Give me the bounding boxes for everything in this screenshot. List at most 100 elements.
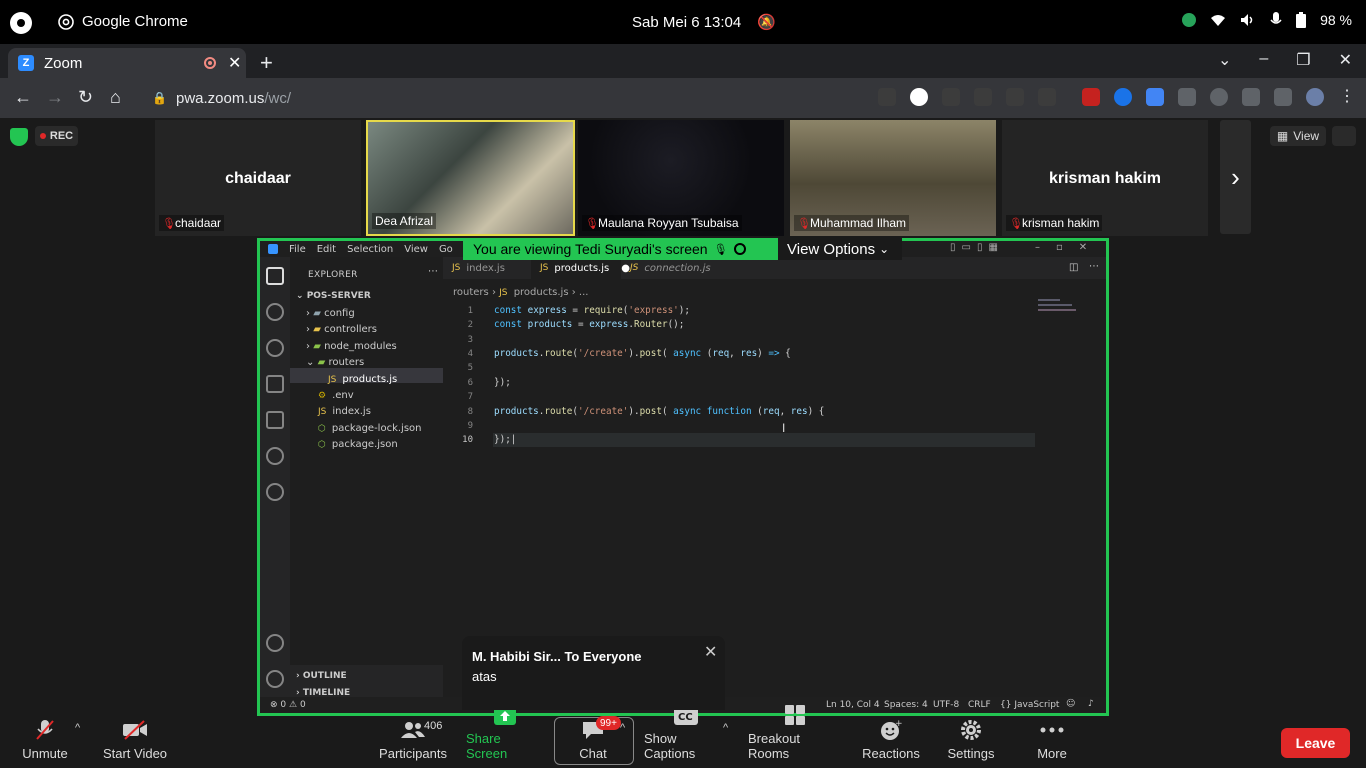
key-icon[interactable] (942, 88, 960, 106)
view-options-dropdown[interactable]: View Options ⌄ (778, 238, 902, 260)
share-screen-button[interactable]: Share Screen (466, 707, 544, 768)
tree-item-package-lock[interactable]: ⬡ package-lock.json (318, 423, 422, 434)
clock[interactable]: Sab Mei 6 13:04 🔕 (632, 13, 776, 31)
fullscreen-button[interactable] (1332, 126, 1356, 146)
outline-section[interactable]: › OUTLINE (296, 671, 347, 681)
captions-options-caret-icon[interactable]: ^ (723, 722, 728, 734)
reload-icon[interactable]: ↻ (78, 87, 93, 108)
tree-item-config[interactable]: › ▰ config (306, 308, 355, 319)
menu-view[interactable]: View (404, 244, 428, 255)
settings-button[interactable]: Settings (942, 716, 1000, 768)
close-window-icon[interactable]: ✕ (1339, 50, 1352, 70)
view-button[interactable]: ▦ View (1270, 126, 1326, 146)
leave-button[interactable]: Leave (1281, 728, 1350, 758)
audio-options-caret-icon[interactable]: ^ (75, 722, 80, 734)
close-notification-icon[interactable]: ✕ (704, 642, 717, 662)
restore-icon[interactable]: ❐ (1296, 50, 1310, 70)
minimap[interactable] (1038, 299, 1088, 317)
indent-spaces[interactable]: Spaces: 4 (884, 700, 928, 710)
share-icon[interactable] (1006, 88, 1024, 106)
next-page-chevron-icon[interactable]: › (1220, 120, 1251, 234)
close-tab-icon[interactable]: ✕ (228, 53, 241, 73)
breadcrumb-folder[interactable]: routers (453, 287, 489, 298)
activities-icon[interactable] (10, 12, 32, 34)
google-icon[interactable] (910, 88, 928, 106)
side-panel-icon[interactable] (1274, 88, 1292, 106)
extension-window-icon[interactable] (1178, 88, 1196, 106)
extension-red-icon[interactable] (1082, 88, 1100, 106)
reactions-button[interactable]: + Reactions (860, 716, 922, 768)
browser-tab[interactable]: Z Zoom ✕ (8, 48, 246, 78)
system-tray[interactable]: 98 % (1182, 12, 1352, 28)
editor-more-icon[interactable]: ⋯ (1089, 261, 1099, 272)
breadcrumb-file[interactable]: products.js (514, 287, 569, 298)
start-video-button[interactable]: Start Video (102, 716, 168, 768)
extensions-puzzle-icon[interactable] (1242, 88, 1260, 106)
menu-kebab-icon[interactable]: ⋮ (1338, 88, 1356, 106)
more-button[interactable]: More (1030, 716, 1074, 768)
breakout-rooms-button[interactable]: Breakout Rooms (748, 705, 842, 768)
account-icon[interactable] (266, 634, 284, 652)
line-endings[interactable]: CRLF (968, 700, 991, 710)
participant-tile[interactable]: krisman hakim 🎙 krisman hakim (1002, 120, 1208, 236)
install-app-icon[interactable] (974, 88, 992, 106)
editor-area[interactable] (443, 279, 1106, 693)
breadcrumb-symbol[interactable]: ... (579, 287, 589, 298)
participant-tile[interactable]: 🎙 Muhammad Ilham (790, 120, 996, 236)
thunder-client-icon[interactable] (266, 483, 284, 501)
tree-item-env[interactable]: ⚙ .env (318, 390, 354, 401)
participant-tile-active-speaker[interactable]: Dea Afrizal (366, 120, 575, 236)
menu-file[interactable]: File (289, 244, 306, 255)
git-graph-icon[interactable] (266, 447, 284, 465)
project-root[interactable]: ⌄ POS-SERVER (296, 291, 371, 301)
extension-gear-icon[interactable] (1210, 88, 1228, 106)
home-icon[interactable]: ⌂ (110, 87, 121, 108)
participant-tile[interactable]: chaidaar 🎙 chaidaar (155, 120, 361, 236)
notifications-bell-icon[interactable]: ♪ (1088, 699, 1094, 709)
tab-search-icon[interactable]: ⌄ (1218, 50, 1231, 70)
recording-badge[interactable]: REC (35, 126, 78, 146)
problems-indicator[interactable]: ⊗ 0 ⚠ 0 (270, 700, 306, 710)
language-mode[interactable]: {} JavaScript (1000, 700, 1059, 710)
extensions-icon[interactable] (266, 411, 284, 429)
chat-notification[interactable]: M. Habibi Sir... To Everyone atas ✕ (462, 636, 725, 710)
tree-item-index-js[interactable]: JS index.js (318, 406, 371, 417)
back-icon[interactable]: ← (14, 87, 32, 108)
extension-doc-icon[interactable] (1146, 88, 1164, 106)
search-icon[interactable] (266, 303, 284, 321)
chat-options-caret-icon[interactable]: ^ (620, 722, 625, 734)
manage-gear-icon[interactable] (266, 670, 284, 688)
camera-blocked-icon[interactable] (878, 88, 896, 106)
minimize-icon[interactable]: – (1259, 50, 1268, 70)
bookmark-star-icon[interactable] (1038, 88, 1056, 106)
more-actions-icon[interactable]: ⋯ (428, 266, 438, 277)
menu-edit[interactable]: Edit (317, 244, 336, 255)
cursor-position[interactable]: Ln 10, Col 4 (826, 700, 880, 710)
source-control-icon[interactable] (266, 339, 284, 357)
encryption-shield-icon[interactable] (10, 128, 28, 146)
participant-tile[interactable]: 🎙 Maulana Royyan Tsubaisa (578, 120, 784, 236)
tree-item-controllers[interactable]: › ▰ controllers (306, 324, 377, 335)
tab-products-js[interactable]: JS products.js ● (531, 257, 630, 279)
tree-item-package-json[interactable]: ⬡ package.json (318, 439, 398, 450)
explorer-icon[interactable] (266, 267, 284, 285)
tree-item-node-modules[interactable]: › ▰ node_modules (306, 341, 397, 352)
tab-connection-js[interactable]: JS connection.js (621, 257, 721, 279)
tree-item-routers[interactable]: ⌄ ▰ routers (306, 357, 364, 368)
run-debug-icon[interactable] (266, 375, 284, 393)
forward-icon[interactable]: → (46, 87, 64, 108)
new-tab-button[interactable]: + (260, 50, 273, 76)
unmute-button[interactable]: Unmute (20, 716, 70, 768)
split-editor-icon[interactable]: ◫ (1069, 262, 1078, 273)
profile-avatar[interactable] (1306, 88, 1324, 106)
line-number: 6 (467, 378, 473, 388)
tab-index-js[interactable]: JS index.js (443, 257, 531, 279)
show-captions-button[interactable]: CC Show Captions (644, 707, 728, 768)
encoding[interactable]: UTF-8 (933, 700, 959, 710)
feedback-icon[interactable]: ☺ (1066, 699, 1075, 709)
menu-go[interactable]: Go (439, 244, 453, 255)
active-app[interactable]: Google Chrome (58, 13, 188, 30)
tree-item-products-js[interactable]: JS products.js (328, 374, 397, 385)
extension-blue-icon[interactable] (1114, 88, 1132, 106)
menu-selection[interactable]: Selection (347, 244, 393, 255)
